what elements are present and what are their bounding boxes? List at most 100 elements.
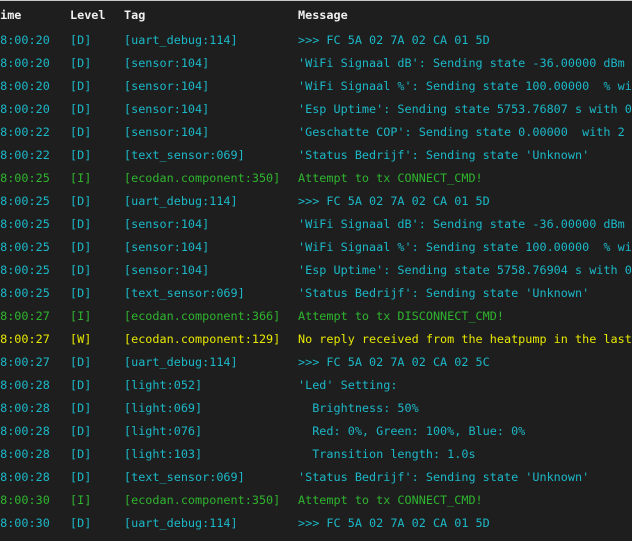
- header-tag: Tag: [124, 8, 146, 22]
- log-row: 18:00:20 [D] [uart_debug:114] >>> FC 5A 02 …: [0, 29, 632, 52]
- log-row: 18:00:28 [D] [light:052] 'Led' Setting:: [0, 374, 632, 397]
- top-border: [0, 0, 632, 1]
- log-row: 18:00:27 [I] [ecodan.component:366] Attempt…: [0, 305, 632, 328]
- log-time: 18:00:22: [0, 125, 50, 139]
- log-time: 18:00:25: [0, 217, 50, 231]
- log-message: >>> FC 5A 02 7A 02 CA 01 5D: [298, 194, 490, 208]
- log-time: 18:00:25: [0, 171, 50, 185]
- log-tag: [sensor:104]: [124, 263, 210, 277]
- log-time: 18:00:20: [0, 56, 50, 70]
- header-message: Message: [298, 8, 348, 22]
- log-level: [D]: [70, 355, 92, 369]
- log-time: 18:00:30: [0, 493, 50, 507]
- log-level: [D]: [70, 516, 92, 530]
- log-level: [D]: [70, 240, 92, 254]
- log-message: Attempt to tx DISCONNECT_CMD!: [298, 309, 504, 323]
- log-time: 18:00:27: [0, 309, 50, 323]
- log-row: 18:00:25 [I] [ecodan.component:350] Attempt…: [0, 167, 632, 190]
- log-row: 18:00:25 [D] [uart_debug:114] >>> FC 5A 02 …: [0, 190, 632, 213]
- log-tag: [uart_debug:114]: [124, 33, 238, 47]
- log-row: 18:00:28 [D] [light:069] Brightness: 50%: [0, 397, 632, 420]
- log-message: 'Status Bedrijf': Sending state 'Unknown…: [298, 470, 590, 484]
- log-tag: [ecodan.component:366]: [124, 309, 281, 323]
- log-level: [D]: [70, 401, 92, 415]
- log-level: [D]: [70, 447, 92, 461]
- log-time: 18:00:28: [0, 447, 50, 461]
- log-tag: [sensor:104]: [124, 125, 210, 139]
- log-message: Red: 0%, Green: 100%, Blue: 0%: [298, 424, 526, 438]
- log-time: 18:00:28: [0, 470, 50, 484]
- log-message: Transition length: 1.0s: [298, 447, 476, 461]
- log-level: [D]: [70, 378, 92, 392]
- log-time: 18:00:27: [0, 355, 50, 369]
- log-tag: [uart_debug:114]: [124, 516, 238, 530]
- log-message: >>> FC 5A 02 7A 02 CA 01 5D: [298, 516, 490, 530]
- log-level: [I]: [70, 309, 92, 323]
- log-level: [D]: [70, 194, 92, 208]
- log-row: 18:00:30 [I] [ecodan.component:350] Attempt…: [0, 489, 632, 512]
- log-tag: [uart_debug:114]: [124, 355, 238, 369]
- log-time: 18:00:25: [0, 194, 50, 208]
- log-time: 18:00:20: [0, 102, 50, 116]
- log-level: [D]: [70, 286, 92, 300]
- log-row: 18:00:25 [D] [text_sensor:069] 'Status Bedr…: [0, 282, 632, 305]
- log-tag: [text_sensor:069]: [124, 470, 245, 484]
- log-message: Brightness: 50%: [298, 401, 419, 415]
- log-row: 18:00:20 [D] [sensor:104] 'WiFi Signaal dB'…: [0, 52, 632, 75]
- header-level: Level: [70, 8, 106, 22]
- log-row: 18:00:22 [D] [text_sensor:069] 'Status Bedr…: [0, 144, 632, 167]
- log-row: 18:00:28 [D] [text_sensor:069] 'Status Bedr…: [0, 466, 632, 489]
- log-level: [I]: [70, 171, 92, 185]
- log-message: Attempt to tx CONNECT_CMD!: [298, 171, 483, 185]
- log-tag: [uart_debug:114]: [124, 194, 238, 208]
- log-tag: [text_sensor:069]: [124, 286, 245, 300]
- log-level: [D]: [70, 102, 92, 116]
- log-tag: [sensor:104]: [124, 217, 210, 231]
- log-time: 18:00:28: [0, 378, 50, 392]
- log-level: [D]: [70, 79, 92, 93]
- log-message: 'WiFi Signaal dB': Sending state -36.000…: [298, 56, 625, 70]
- log-tag: [light:052]: [124, 378, 203, 392]
- log-tag: [sensor:104]: [124, 56, 210, 70]
- log-message: Attempt to tx CONNECT_CMD!: [298, 493, 483, 507]
- log-level: [D]: [70, 424, 92, 438]
- log-tag: [text_sensor:069]: [124, 148, 245, 162]
- log-time: 18:00:20: [0, 79, 50, 93]
- log-tag: [sensor:104]: [124, 240, 210, 254]
- log-level: [D]: [70, 263, 92, 277]
- log-header: Time Level Tag Message: [0, 4, 632, 27]
- log-time: 18:00:30: [0, 516, 50, 530]
- log-time: 18:00:25: [0, 286, 50, 300]
- log-time: 18:00:22: [0, 148, 50, 162]
- log-row: 18:00:25 [D] [sensor:104] 'Esp Uptime': Sen…: [0, 259, 632, 282]
- log-message: 'WiFi Signaal %': Sending state 100.0000…: [298, 240, 632, 254]
- log-tag: [ecodan.component:350]: [124, 171, 281, 185]
- log-message: 'Status Bedrijf': Sending state 'Unknown…: [298, 286, 590, 300]
- log-level: [D]: [70, 217, 92, 231]
- log-message: >>> FC 5A 02 7A 02 CA 01 5D: [298, 33, 490, 47]
- log-level: [D]: [70, 56, 92, 70]
- log-message: 'WiFi Signaal dB': Sending state -36.000…: [298, 217, 625, 231]
- log-message: 'WiFi Signaal %': Sending state 100.0000…: [298, 79, 632, 93]
- log-row: 18:00:28 [D] [light:076] Red: 0%, Green: 1…: [0, 420, 632, 443]
- log-level: [D]: [70, 148, 92, 162]
- log-time: 18:00:28: [0, 424, 50, 438]
- log-row: 18:00:28 [D] [light:103] Transition length…: [0, 443, 632, 466]
- log-row: 18:00:27 [W] [ecodan.component:129] No repl…: [0, 328, 632, 351]
- header-time: Time: [0, 8, 22, 22]
- log-level: [W]: [70, 332, 92, 346]
- log-row: 18:00:30 [D] [uart_debug:114] >>> FC 5A 02 …: [0, 512, 632, 535]
- log-level: [I]: [70, 493, 92, 507]
- log-message: 'Led' Setting:: [298, 378, 398, 392]
- log-row: 18:00:25 [D] [sensor:104] 'WiFi Signaal dB'…: [0, 213, 632, 236]
- log-row: 18:00:22 [D] [sensor:104] 'Geschatte COP': …: [0, 121, 632, 144]
- log-message: No reply received from the heatpump in t…: [298, 332, 632, 346]
- log-time: 18:00:28: [0, 401, 50, 415]
- log-message: >>> FC 5A 02 7A 02 CA 02 5C: [298, 355, 490, 369]
- log-row: 18:00:25 [D] [sensor:104] 'WiFi Signaal %':…: [0, 236, 632, 259]
- log-message: 'Esp Uptime': Sending state 5758.76904 s…: [298, 263, 632, 277]
- log-tag: [light:076]: [124, 424, 203, 438]
- log-level: [D]: [70, 33, 92, 47]
- log-level: [D]: [70, 125, 92, 139]
- log-message: 'Esp Uptime': Sending state 5753.76807 s…: [298, 102, 632, 116]
